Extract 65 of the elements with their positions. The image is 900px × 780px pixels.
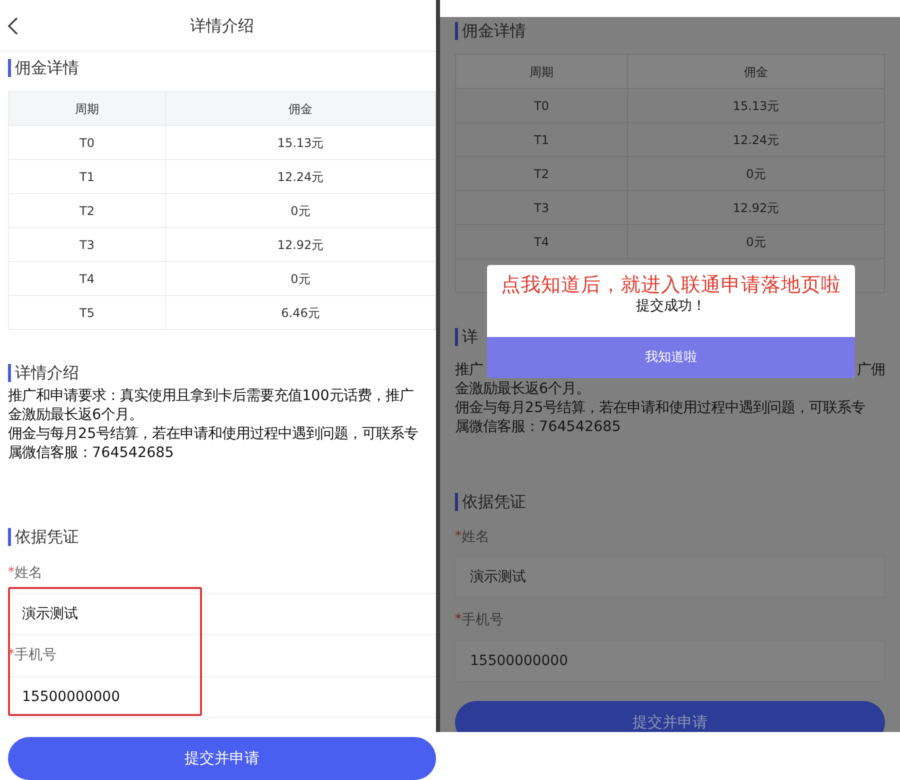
intro-text: 属微信客服：764542685 bbox=[455, 418, 621, 437]
back-icon[interactable] bbox=[7, 16, 19, 34]
required-mark: * bbox=[455, 528, 462, 546]
heading-bar bbox=[8, 364, 11, 382]
table-cell-text: T2 bbox=[80, 202, 94, 220]
field-label: 手机号 bbox=[14, 646, 56, 664]
heading-bar bbox=[455, 22, 458, 40]
annotation-text: 点我知道后，就进入联通申请落地页啦 bbox=[501, 273, 841, 297]
intro-text: 属微信客服：764542685 bbox=[8, 444, 174, 463]
table-cell-text: T0 bbox=[534, 98, 549, 114]
heading-bar bbox=[455, 328, 458, 346]
table-cell-text: 0元 bbox=[746, 166, 766, 182]
section-heading: 依据凭证 bbox=[462, 491, 526, 513]
table-cell-text: 0元 bbox=[290, 202, 310, 220]
table-cell-text: T0 bbox=[80, 134, 94, 152]
intro-text: 广佣 bbox=[857, 360, 885, 380]
table-cell-text: 15.13元 bbox=[277, 134, 324, 152]
submit-button[interactable]: 提交并申请 bbox=[455, 701, 885, 732]
table-cell-text: 12.24元 bbox=[277, 168, 324, 186]
table-cell-text: T1 bbox=[534, 132, 549, 148]
section-heading: 详 bbox=[462, 326, 478, 348]
table-cell-text: T5 bbox=[80, 304, 94, 322]
field-label: 姓名 bbox=[14, 564, 42, 582]
intro-text: 金激励最长返6个月。 bbox=[8, 406, 144, 425]
intro-text: 推广和申请要求：真实使用且拿到卡后需要充值100元话费，推广 bbox=[8, 386, 414, 406]
table-cell-text: 15.13元 bbox=[732, 98, 780, 114]
table-cell-text: 12.92元 bbox=[277, 236, 324, 254]
heading-bar bbox=[8, 528, 11, 546]
input-field[interactable]: 演示测试 bbox=[455, 556, 885, 598]
field-label: 手机号 bbox=[462, 610, 504, 630]
section-heading: 依据凭证 bbox=[15, 526, 79, 548]
heading-bar bbox=[455, 493, 458, 511]
input-field[interactable]: 15500000000 bbox=[455, 640, 885, 682]
submit-button[interactable]: 提交并申请 bbox=[8, 737, 436, 780]
table-cell-text: T4 bbox=[80, 270, 94, 288]
heading-bar bbox=[8, 59, 11, 77]
table-cell-text: 12.92元 bbox=[732, 200, 780, 216]
required-mark: * bbox=[455, 611, 462, 630]
dialog-message: 提交成功！ bbox=[636, 297, 706, 315]
section-heading: 佣金详情 bbox=[462, 20, 526, 42]
table-cell-text: T3 bbox=[534, 200, 549, 216]
table-cell-text: 0元 bbox=[746, 234, 766, 250]
column-header: 周期 bbox=[530, 64, 554, 80]
section-heading: 详情介绍 bbox=[15, 362, 79, 384]
field-label: 姓名 bbox=[462, 528, 490, 546]
column-header: 佣金 bbox=[744, 64, 768, 80]
intro-text: 佣金与每月25号结算，若在申请和使用过程中遇到问题，可联系专 bbox=[455, 398, 866, 418]
intro-text: 佣金与每月25号结算，若在申请和使用过程中遇到问题，可联系专 bbox=[8, 424, 418, 444]
confirm-button[interactable]: 我知道啦 bbox=[487, 337, 855, 378]
required-mark: * bbox=[8, 564, 14, 582]
table-cell-text: 12.24元 bbox=[732, 132, 780, 148]
intro-text: 推广 bbox=[455, 360, 483, 380]
section-heading: 佣金详情 bbox=[15, 57, 79, 79]
column-header: 周期 bbox=[75, 100, 99, 118]
table-cell-text: 6.46元 bbox=[281, 304, 320, 322]
intro-text: 金激励最长返6个月。 bbox=[455, 380, 590, 399]
table-cell-text: T3 bbox=[80, 236, 94, 254]
column-header: 佣金 bbox=[288, 100, 312, 118]
table-cell-text: 0元 bbox=[290, 270, 310, 288]
table-cell-text: T4 bbox=[534, 234, 549, 250]
input-field[interactable]: 演示测试 bbox=[8, 593, 436, 635]
table-cell-text: T2 bbox=[534, 166, 549, 182]
input-field[interactable]: 15500000000 bbox=[8, 676, 436, 718]
page-title: 详情介绍 bbox=[190, 14, 254, 36]
table-cell-text: T1 bbox=[80, 168, 94, 186]
